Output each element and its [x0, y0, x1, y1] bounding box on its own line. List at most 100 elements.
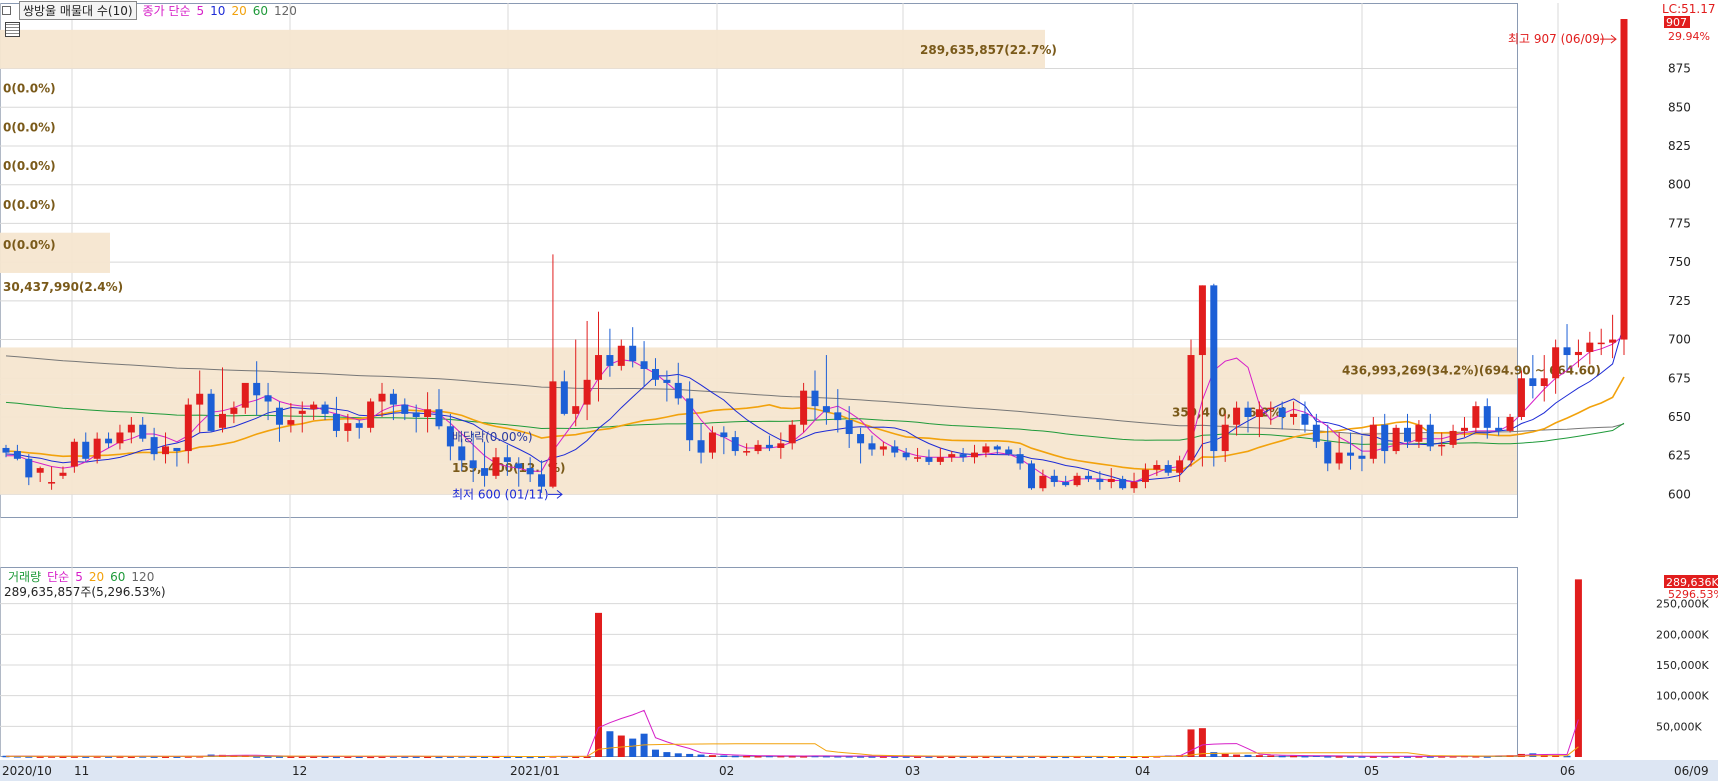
profile-label-bottom: 159, — [452, 461, 482, 475]
volume-ma-20-label[interactable]: 20 — [89, 570, 104, 584]
volume-bar — [629, 738, 637, 757]
candle — [1506, 416, 1514, 431]
volume-bar — [1335, 756, 1343, 758]
candle — [116, 432, 124, 444]
candle — [526, 468, 534, 475]
candle — [378, 393, 386, 402]
candle — [1107, 478, 1115, 483]
candle — [572, 406, 580, 414]
candle — [936, 457, 944, 462]
candle — [948, 454, 956, 458]
candle — [1073, 475, 1081, 486]
candle — [1472, 406, 1480, 428]
volume-bar — [708, 755, 716, 757]
volume-ma-120-label[interactable]: 120 — [131, 570, 154, 584]
candle — [1267, 407, 1275, 410]
ma-5-label[interactable]: 5 — [197, 4, 205, 18]
candle — [879, 446, 887, 450]
candle — [139, 424, 147, 439]
volume-bar — [1221, 753, 1229, 757]
candle — [2, 447, 10, 453]
price-tick-label: 750 — [1668, 255, 1691, 269]
candle — [1369, 424, 1377, 459]
candle — [367, 401, 375, 428]
candle — [412, 412, 420, 417]
candle — [1620, 19, 1628, 340]
candle — [1381, 424, 1389, 452]
last-volume-pct: 5296.53% — [1668, 588, 1718, 601]
volume-profile-band — [0, 394, 1300, 433]
ma-60-label[interactable]: 60 — [253, 4, 268, 18]
price-tick-label: 800 — [1668, 178, 1691, 192]
candle — [1597, 342, 1605, 345]
candle — [822, 406, 830, 413]
candle — [1426, 424, 1434, 447]
candle — [1050, 475, 1058, 483]
candle — [321, 404, 329, 414]
candle — [162, 446, 170, 455]
candle — [1210, 285, 1218, 452]
candle — [640, 361, 648, 369]
volume-bar — [697, 754, 705, 757]
price-tick-label: 775 — [1668, 216, 1691, 230]
candle — [1005, 449, 1013, 455]
candle — [743, 451, 751, 453]
volume-profile-band — [0, 29, 1045, 69]
volume-bar — [1233, 754, 1241, 757]
chart-legend: 쌍방울 매물대 수(10) 종가 단순 5 10 20 60 120 — [2, 1, 297, 20]
volume-ma-5-label[interactable]: 5 — [75, 570, 83, 584]
candle — [959, 454, 967, 458]
candle — [503, 457, 511, 462]
candle — [583, 379, 591, 405]
volume-bar — [617, 735, 625, 757]
candle — [1540, 378, 1548, 387]
profile-label-zero: 0(0.0%) — [3, 82, 56, 96]
candle — [891, 446, 899, 453]
candle — [754, 444, 762, 452]
candle — [902, 452, 910, 458]
candle — [1552, 347, 1560, 379]
candle — [697, 440, 705, 453]
date-axis-label: 2021/01 — [510, 764, 560, 778]
volume-bar — [1244, 754, 1252, 757]
candle — [264, 395, 272, 402]
candle — [765, 444, 773, 448]
candle — [1244, 407, 1252, 417]
volume-bar — [606, 731, 614, 757]
volume-bar — [1198, 728, 1206, 757]
ma-120-label[interactable]: 120 — [274, 4, 297, 18]
ex-dividend-annotation: 배당락(0.00%) — [452, 430, 533, 444]
profile-label-lower: 359,430, — [1172, 405, 1231, 419]
candle — [230, 407, 238, 414]
candle — [1187, 355, 1195, 461]
volume-bar — [264, 756, 272, 758]
volume-bar — [1210, 752, 1218, 757]
volume-bar — [754, 756, 762, 758]
candle — [59, 472, 67, 476]
candle — [914, 457, 922, 459]
candle — [1460, 427, 1468, 431]
candle — [1347, 452, 1355, 456]
last-pct-label: 29.94% — [1668, 30, 1710, 43]
volume-bar — [720, 755, 728, 757]
lc-label: LC:51.17 — [1662, 2, 1715, 16]
candle — [435, 409, 443, 427]
volume-ma-60-label[interactable]: 60 — [110, 570, 125, 584]
volume-bar — [1255, 755, 1263, 757]
ma-10-label[interactable]: 10 — [210, 4, 225, 18]
ma-label[interactable]: 종가 단순 — [143, 2, 191, 19]
volume-bar — [1290, 755, 1298, 758]
date-axis-label: 04 — [1135, 764, 1150, 778]
profile-indicator-title[interactable]: 쌍방울 매물대 수(10) — [19, 1, 137, 20]
candle — [401, 404, 409, 414]
candle — [1404, 427, 1412, 442]
candle — [1312, 424, 1320, 442]
date-axis-label: 2020/10 — [2, 764, 52, 778]
candle — [332, 413, 340, 431]
candle — [788, 424, 796, 444]
ma-20-label[interactable]: 20 — [231, 4, 246, 18]
volume-bar — [731, 755, 739, 758]
date-axis-label: 06 — [1560, 764, 1575, 778]
calendar-icon[interactable] — [5, 22, 20, 37]
volume-bar — [275, 756, 283, 758]
